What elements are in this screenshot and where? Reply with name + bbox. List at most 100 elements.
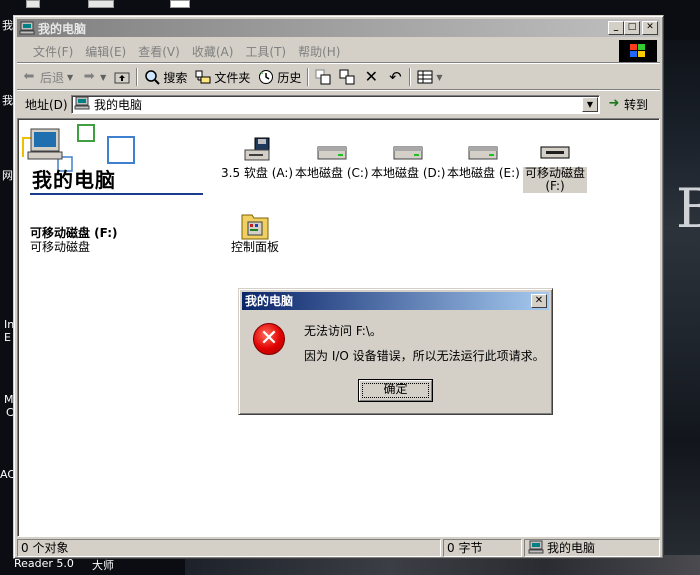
window-titlebar[interactable]: 我的电脑 _ □ ✕ <box>17 19 660 37</box>
hard-disk-icon <box>467 137 499 163</box>
drive-label-letter: (F:) <box>523 180 588 193</box>
dropdown-arrow-icon[interactable]: ▼ <box>100 73 106 82</box>
forward-arrow-icon: ➡ <box>83 69 95 84</box>
address-value: 我的电脑 <box>94 97 143 112</box>
dropdown-arrow-icon[interactable]: ▼ <box>67 73 73 82</box>
toolbar-separator <box>307 68 310 86</box>
sidebar-divider <box>30 193 203 195</box>
history-button[interactable]: 历史 <box>254 66 305 88</box>
folders-button[interactable]: 文件夹 <box>191 66 254 88</box>
separator <box>17 62 660 64</box>
address-dropdown-button[interactable]: ▼ <box>582 96 598 112</box>
desktop-icon[interactable] <box>88 0 114 8</box>
go-button[interactable]: ➜ 转到 <box>606 96 648 113</box>
item-label: 控制面板 <box>231 240 280 254</box>
windows-logo <box>619 40 657 62</box>
separator <box>17 89 660 91</box>
minimize-button[interactable]: _ <box>608 21 624 35</box>
address-input[interactable]: 我的电脑 ▼ <box>71 94 600 114</box>
folders-label: 文件夹 <box>214 70 251 85</box>
menu-view[interactable]: 查看(V) <box>132 43 186 60</box>
windows-flag-icon <box>630 44 646 58</box>
delete-button[interactable]: ✕ <box>359 66 383 88</box>
desktop-label: 大师 <box>92 559 114 572</box>
copy-to-button[interactable] <box>335 66 359 88</box>
search-icon <box>144 69 161 85</box>
dialog-title: 我的电脑 <box>245 294 294 308</box>
status-zone: 我的电脑 <box>524 539 660 557</box>
desktop-label: 我 <box>2 94 13 107</box>
back-arrow-icon: ⬅ <box>23 69 35 84</box>
drive-label: 本地磁盘 (E:) <box>447 166 520 180</box>
search-label: 搜索 <box>163 70 188 85</box>
status-location: 我的电脑 <box>547 541 596 555</box>
folders-icon <box>195 69 211 85</box>
desktop-icon[interactable] <box>170 0 190 8</box>
desktop-label: E <box>4 331 11 344</box>
history-icon <box>258 69 274 85</box>
explorer-window: 我的电脑 _ □ ✕ 文件(F) 编辑(E) 查看(V) 收藏(A) 工具(T)… <box>13 15 664 559</box>
hard-disk-icon <box>392 137 424 163</box>
dialog-message-detail: 因为 I/O 设备错误，所以无法运行此项请求。 <box>304 349 545 363</box>
sidebar-title: 我的电脑 <box>32 168 116 192</box>
drive-e[interactable]: 本地磁盘 (E:) <box>447 137 520 180</box>
menu-favorites[interactable]: 收藏(A) <box>186 43 240 60</box>
status-objects: 0 个对象 <box>17 539 441 557</box>
history-label: 历史 <box>277 70 302 85</box>
go-label: 转到 <box>624 97 649 112</box>
hard-disk-icon <box>316 137 348 163</box>
control-panel-item[interactable]: 控制面板 <box>231 211 279 254</box>
back-button[interactable]: ⬅ 后退 ▼ <box>17 66 77 88</box>
maximize-button[interactable]: □ <box>624 21 640 35</box>
close-button[interactable]: ✕ <box>642 21 658 35</box>
drive-label: 3.5 软盘 (A:) <box>221 166 294 180</box>
menu-help[interactable]: 帮助(H) <box>292 43 346 60</box>
move-to-button[interactable] <box>311 66 335 88</box>
menu-tools[interactable]: 工具(T) <box>239 43 292 60</box>
undo-button[interactable]: ↶ <box>383 66 407 88</box>
up-folder-button[interactable] <box>110 66 134 88</box>
views-grid-icon <box>417 69 433 85</box>
desktop-icon[interactable] <box>26 0 40 8</box>
dialog-titlebar[interactable]: 我的电脑 ✕ <box>242 292 549 310</box>
menu-bar: 文件(F) 编辑(E) 查看(V) 收藏(A) 工具(T) 帮助(H) <box>17 40 660 62</box>
window-title: 我的电脑 <box>38 21 87 36</box>
wallpaper-photo <box>662 40 700 575</box>
computer-icon <box>74 96 90 112</box>
removable-disk-icon <box>539 137 571 163</box>
ok-button[interactable]: 确定 <box>358 379 433 402</box>
delete-x-icon: ✕ <box>364 67 379 86</box>
dialog-message: 无法访问 F:\。 <box>304 324 382 338</box>
selected-item-type: 可移动磁盘 <box>30 240 91 254</box>
search-button[interactable]: 搜索 <box>140 66 191 88</box>
dropdown-arrow-icon[interactable]: ▼ <box>436 73 442 82</box>
computer-icon <box>19 21 35 35</box>
sidebar-banner: 我的电脑 <box>18 119 218 199</box>
move-to-icon <box>315 69 331 85</box>
ok-label: 确定 <box>383 382 408 396</box>
drive-d[interactable]: 本地磁盘 (D:) <box>371 137 445 180</box>
computer-icon <box>528 540 544 556</box>
status-bar: 0 个对象 0 字节 我的电脑 <box>17 539 660 557</box>
drive-a[interactable]: 3.5 软盘 (A:) <box>221 137 293 180</box>
drive-label: 本地磁盘 (D:) <box>371 166 446 180</box>
toolbar-separator <box>409 68 412 86</box>
status-size: 0 字节 <box>443 539 522 557</box>
control-panel-icon <box>239 211 271 240</box>
menu-edit[interactable]: 编辑(E) <box>79 43 132 60</box>
error-icon: ✕ <box>253 323 285 355</box>
undo-icon: ↶ <box>389 68 402 86</box>
views-button[interactable]: ▼ <box>413 66 446 88</box>
go-arrow-icon: ➜ <box>608 96 620 111</box>
dialog-close-button[interactable]: ✕ <box>531 294 547 308</box>
up-folder-icon <box>114 69 130 85</box>
copy-to-icon <box>339 69 355 85</box>
forward-button[interactable]: ➡ ▼ <box>77 66 110 88</box>
menu-file[interactable]: 文件(F) <box>27 43 79 60</box>
wallpaper-letter: B <box>676 177 700 240</box>
drive-label: 本地磁盘 (C:) <box>295 166 369 180</box>
drive-f[interactable]: 可移动磁盘 (F:) <box>523 137 588 193</box>
error-dialog: 我的电脑 ✕ ✕ 无法访问 F:\。 因为 I/O 设备错误，所以无法运行此项请… <box>238 288 553 415</box>
drive-c[interactable]: 本地磁盘 (C:) <box>295 137 369 180</box>
desktop-label: 我 <box>2 19 13 32</box>
